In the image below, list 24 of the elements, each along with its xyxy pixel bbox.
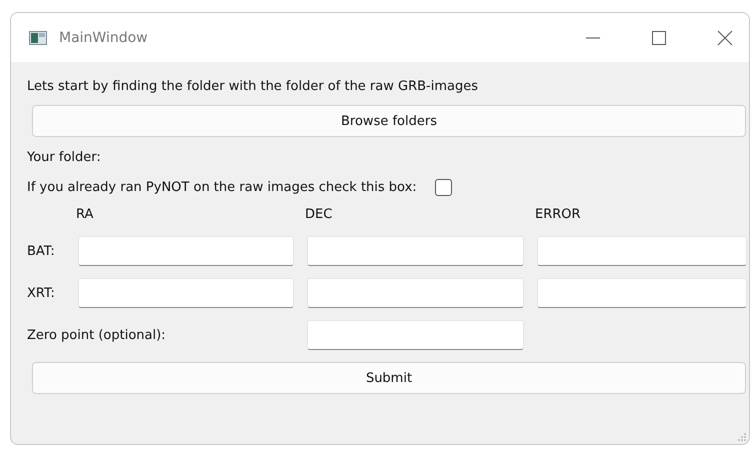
window-title: MainWindow <box>59 30 148 46</box>
input-field[interactable] <box>78 278 294 308</box>
checkbox[interactable] <box>434 178 452 196</box>
input-field[interactable] <box>307 236 524 266</box>
input-field[interactable] <box>537 278 747 308</box>
input-field[interactable] <box>307 278 524 308</box>
column-header: DEC <box>305 206 334 224</box>
resize-grip-icon[interactable] <box>738 433 746 441</box>
input-field[interactable] <box>78 236 294 266</box>
row-label: BAT: <box>27 244 56 258</box>
column-header: ERROR <box>535 206 582 224</box>
input-field[interactable] <box>537 236 747 266</box>
column-header: RA <box>76 206 94 224</box>
app-icon <box>29 30 47 44</box>
row-label: XRT: <box>27 286 56 300</box>
checkbox-label: If you already ran PyNOT on the raw images check this box: <box>27 180 417 194</box>
close-icon[interactable] <box>717 30 733 46</box>
instruction-text: Lets start by finding the folder with the folder of the raw GRB-images <box>27 78 479 96</box>
input-field[interactable] <box>307 320 524 350</box>
browse-button[interactable]: Browse folders <box>32 105 746 137</box>
folder-label: Your folder: <box>27 149 102 167</box>
submit-button[interactable]: Submit <box>32 362 746 394</box>
maximize-icon[interactable] <box>651 30 667 46</box>
zero-point-label: Zero point (optional): <box>27 328 167 342</box>
